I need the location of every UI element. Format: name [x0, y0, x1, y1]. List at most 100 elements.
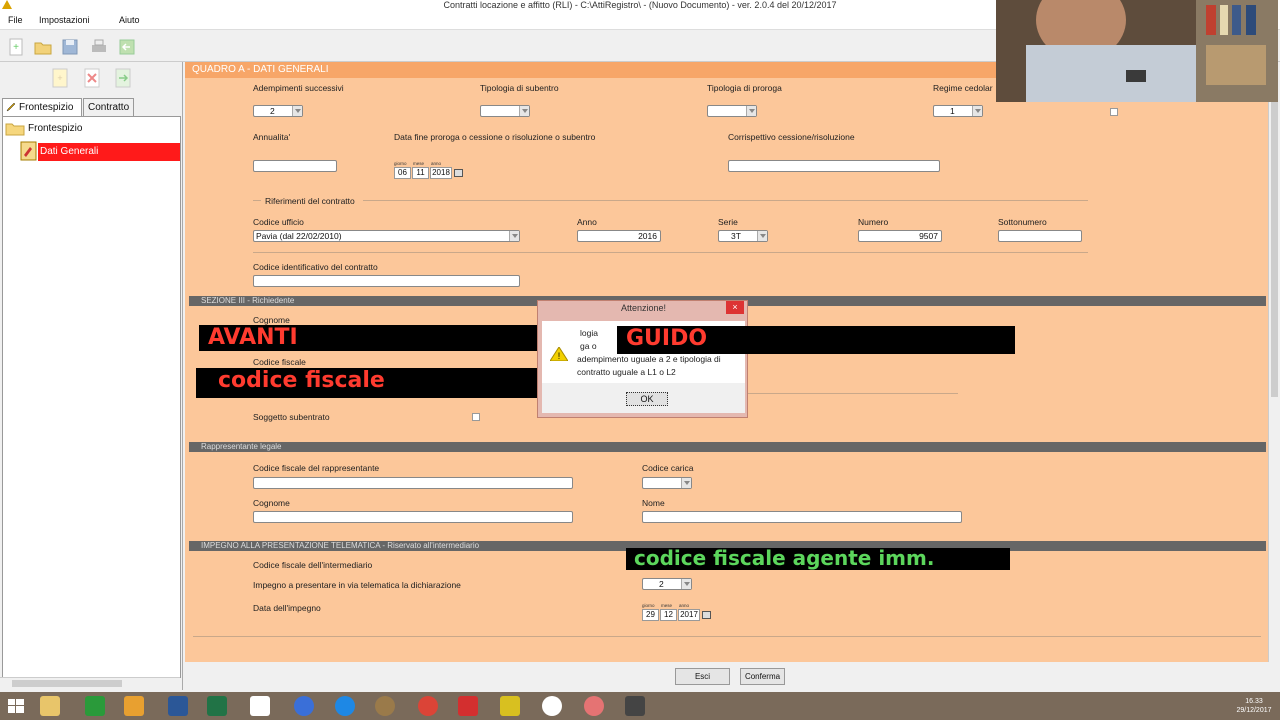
proroga-label: Tipologia di proroga — [707, 83, 782, 93]
folder-icon — [5, 123, 25, 136]
sottonumero-field[interactable] — [998, 230, 1082, 242]
chevron-down-icon — [292, 106, 302, 116]
overlay-codice-fiscale: codice fiscale — [196, 368, 594, 398]
left-tabs: Frontespizio Contratto — [2, 98, 182, 116]
proroga-select[interactable] — [707, 105, 757, 117]
svg-text:!: ! — [558, 351, 561, 361]
save-icon[interactable] — [60, 37, 80, 57]
print-icon[interactable] — [89, 37, 109, 57]
ufficio-value: Pavia (dal 22/02/2010) — [256, 231, 342, 241]
ok-button[interactable]: OK — [626, 392, 668, 406]
adempimenti-select[interactable]: 2 — [253, 105, 303, 117]
dialog-text-line2: ga o — [580, 341, 597, 351]
delete-page-icon[interactable] — [82, 67, 102, 89]
refresh-page-icon[interactable] — [113, 67, 133, 89]
subentrato-checkbox[interactable] — [472, 413, 480, 421]
chevron-down-icon — [681, 579, 691, 589]
conferma-button[interactable]: Conferma — [740, 668, 785, 685]
app-green-icon[interactable] — [85, 696, 105, 716]
tab-frontespizio-label: Frontespizio — [19, 102, 74, 113]
data-impegno-year[interactable]: 2017 — [678, 609, 700, 621]
internet-explorer-icon[interactable] — [335, 696, 355, 716]
numero-field[interactable]: 9507 — [858, 230, 942, 242]
data-fine-day[interactable]: 06 — [394, 167, 411, 179]
nome-rappresentante-field[interactable] — [642, 511, 962, 523]
ufficio-select[interactable]: Pavia (dal 22/02/2010) — [253, 230, 520, 242]
pdf-reader-icon[interactable] — [458, 696, 478, 716]
close-icon[interactable]: × — [726, 301, 744, 314]
menu-file[interactable]: File — [8, 15, 23, 25]
calendar-icon[interactable] — [702, 611, 711, 619]
browser-icon[interactable] — [294, 696, 314, 716]
color-wheel-icon[interactable] — [584, 696, 604, 716]
scrollbar-thumb[interactable] — [1271, 72, 1278, 397]
ufficio-label: Codice ufficio — [253, 217, 304, 227]
tree-node-dati-generali[interactable]: Dati Generali — [38, 143, 180, 161]
annualita-field[interactable] — [253, 160, 337, 172]
serie-value: 3T — [731, 231, 741, 241]
vertical-scrollbar[interactable] — [1268, 62, 1280, 662]
tab-frontespizio[interactable]: Frontespizio — [2, 98, 82, 116]
adempimenti-label: Adempimenti successivi — [253, 83, 344, 93]
data-fine-year[interactable]: 2018 — [430, 167, 452, 179]
nome-rappresentante-label: Nome — [642, 498, 665, 508]
tree-label-frontespizio: Frontespizio — [28, 123, 83, 134]
cedolare-checkbox[interactable] — [1110, 108, 1118, 116]
clock-time: 16.33 — [1245, 698, 1263, 705]
giorno-caption: giorno — [642, 603, 655, 608]
webcam-feed — [996, 0, 1278, 102]
open-folder-icon[interactable] — [33, 37, 53, 57]
anno-label: Anno — [577, 217, 597, 227]
svg-text:+: + — [13, 42, 19, 53]
impegno-label: Impegno a presentare in via telematica l… — [253, 580, 461, 590]
impegno-select[interactable]: 2 — [642, 578, 692, 590]
menu-aiuto[interactable]: Aiuto — [119, 15, 140, 25]
data-impegno-date[interactable]: giorno mese anno 29 12 2017 — [642, 603, 714, 621]
excel-icon[interactable] — [207, 696, 227, 716]
calendar-icon[interactable] — [454, 169, 463, 177]
clock-date: 29/12/2017 — [1236, 707, 1272, 714]
exit-icon[interactable] — [117, 37, 137, 57]
corrispettivo-field[interactable] — [728, 160, 940, 172]
app-orange-icon[interactable] — [124, 696, 144, 716]
file-explorer-icon[interactable] — [40, 696, 60, 716]
chevron-down-icon — [509, 231, 519, 241]
cf-intermediario-label: Codice fiscale dell'intermediario — [253, 560, 373, 570]
media-app-icon[interactable] — [625, 696, 645, 716]
giorno-caption: giorno — [394, 161, 407, 166]
cf-rappresentante-field[interactable] — [253, 477, 573, 489]
app-folder-icon[interactable] — [500, 696, 520, 716]
word-icon[interactable] — [168, 696, 188, 716]
carica-select[interactable] — [642, 477, 692, 489]
subentro-label: Tipologia di subentro — [480, 83, 559, 93]
serie-select[interactable]: 3T — [718, 230, 768, 242]
cedolare-select[interactable]: 1 — [933, 105, 983, 117]
new-document-icon[interactable]: + — [6, 37, 26, 57]
dialog-title: Attenzione! — [620, 303, 667, 313]
civ-icon[interactable] — [375, 696, 395, 716]
data-fine-month[interactable]: 11 — [412, 167, 429, 179]
blank-document-icon[interactable] — [250, 696, 270, 716]
data-fine-date[interactable]: giorno mese anno 06 11 2018 — [394, 161, 466, 179]
cognome-richiedente-label: Cognome — [253, 315, 290, 325]
horizontal-scrollbar[interactable] — [0, 677, 180, 689]
cognome-rappresentante-field[interactable] — [253, 511, 573, 523]
document-icon — [20, 141, 37, 161]
windows-start-icon[interactable] — [6, 696, 26, 716]
identificativo-field[interactable] — [253, 275, 520, 287]
dt-app-icon[interactable] — [542, 696, 562, 716]
cedolare-label: Regime cedolar — [933, 83, 993, 93]
data-impegno-day[interactable]: 29 — [642, 609, 659, 621]
chevron-down-icon — [746, 106, 756, 116]
subentro-select[interactable] — [480, 105, 530, 117]
scrollbar-thumb[interactable] — [12, 680, 122, 687]
taskbar-clock[interactable]: 16.33 29/12/2017 — [1234, 697, 1274, 715]
data-impegno-month[interactable]: 12 — [660, 609, 677, 621]
dialog-text-line3: adempimento uguale a 2 e tipologia di — [577, 354, 721, 364]
add-page-icon[interactable]: + — [50, 67, 70, 89]
tab-contratto[interactable]: Contratto — [83, 98, 134, 116]
chrome-icon[interactable] — [418, 696, 438, 716]
esci-button[interactable]: Esci — [675, 668, 730, 685]
anno-field[interactable]: 2016 — [577, 230, 661, 242]
menu-impostazioni[interactable]: Impostazioni — [39, 15, 90, 25]
